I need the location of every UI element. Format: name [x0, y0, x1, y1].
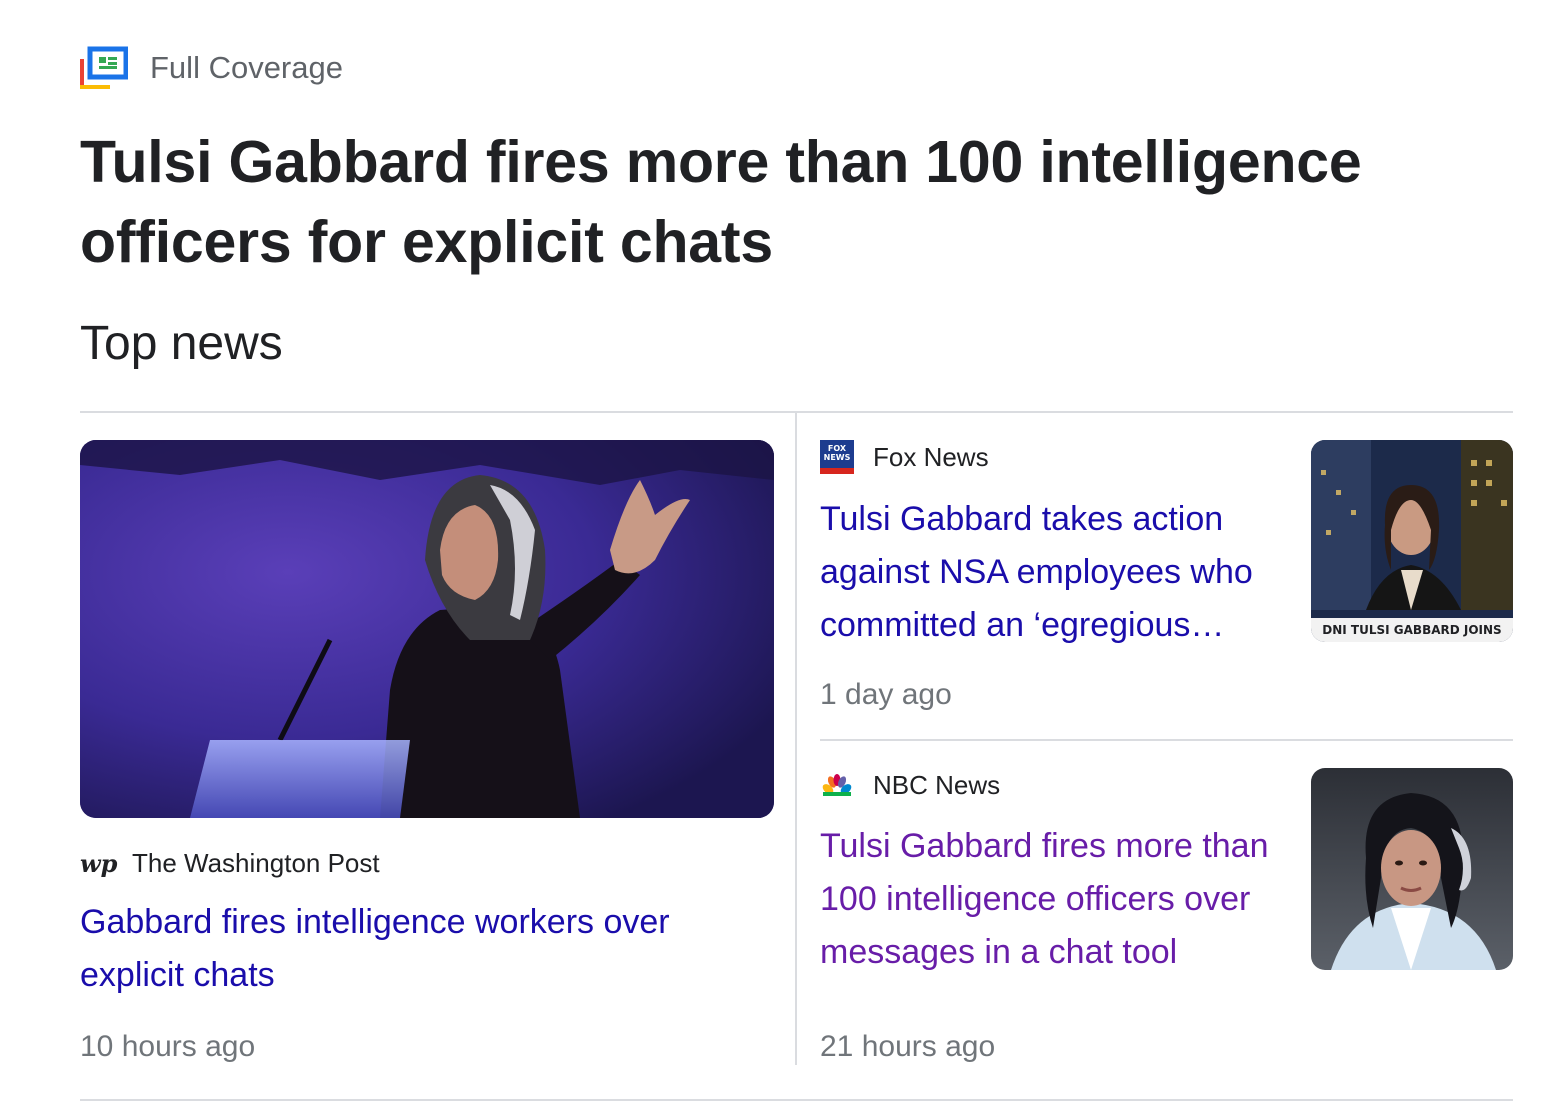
section-title: Top news [80, 317, 283, 370]
fox-news-logo-text: FOX NEWS [823, 444, 851, 462]
nbc-headline-link[interactable]: Tulsi Gabbard fires more than 100 intell… [820, 820, 1300, 979]
bottom-divider [80, 1099, 1513, 1101]
fox-news-source[interactable]: FOX NEWS Fox News [820, 440, 989, 474]
source-name: NBC News [873, 769, 1001, 800]
column-divider [795, 413, 797, 1065]
full-coverage-icon [80, 45, 129, 91]
washington-post-source[interactable]: wp The Washington Post [80, 846, 380, 880]
speaker-photo-illustration [80, 440, 774, 818]
washington-post-logo-icon: wp [80, 848, 118, 878]
nbc-news-source[interactable]: NBC News [820, 768, 1000, 802]
source-name: The Washington Post [132, 847, 380, 878]
anchor-photo-illustration [1311, 440, 1513, 642]
row-divider [820, 739, 1513, 741]
lead-article-image[interactable] [80, 440, 774, 818]
full-coverage-label[interactable]: Full Coverage [150, 50, 343, 86]
timestamp: 1 day ago [820, 678, 952, 711]
timestamp: 10 hours ago [80, 1030, 256, 1063]
full-coverage-header: Full Coverage [80, 44, 343, 92]
source-name: Fox News [873, 441, 989, 472]
lead-headline-link[interactable]: Gabbard fires intelligence workers over … [80, 896, 740, 1002]
nbc-peacock-icon [820, 768, 854, 802]
thumbnail-caption: DNI TULSI GABBARD JOINS [1322, 623, 1502, 637]
fox-article-thumbnail[interactable]: DNI TULSI GABBARD JOINS [1311, 440, 1513, 642]
nbc-article-thumbnail[interactable] [1311, 768, 1513, 970]
timestamp: 21 hours ago [820, 1030, 996, 1063]
fox-headline-link[interactable]: Tulsi Gabbard takes action against NSA e… [820, 493, 1290, 652]
story-title: Tulsi Gabbard fires more than 100 intell… [80, 129, 1362, 275]
portrait-photo-illustration [1311, 768, 1513, 970]
fox-news-logo-icon: FOX NEWS [820, 440, 854, 474]
